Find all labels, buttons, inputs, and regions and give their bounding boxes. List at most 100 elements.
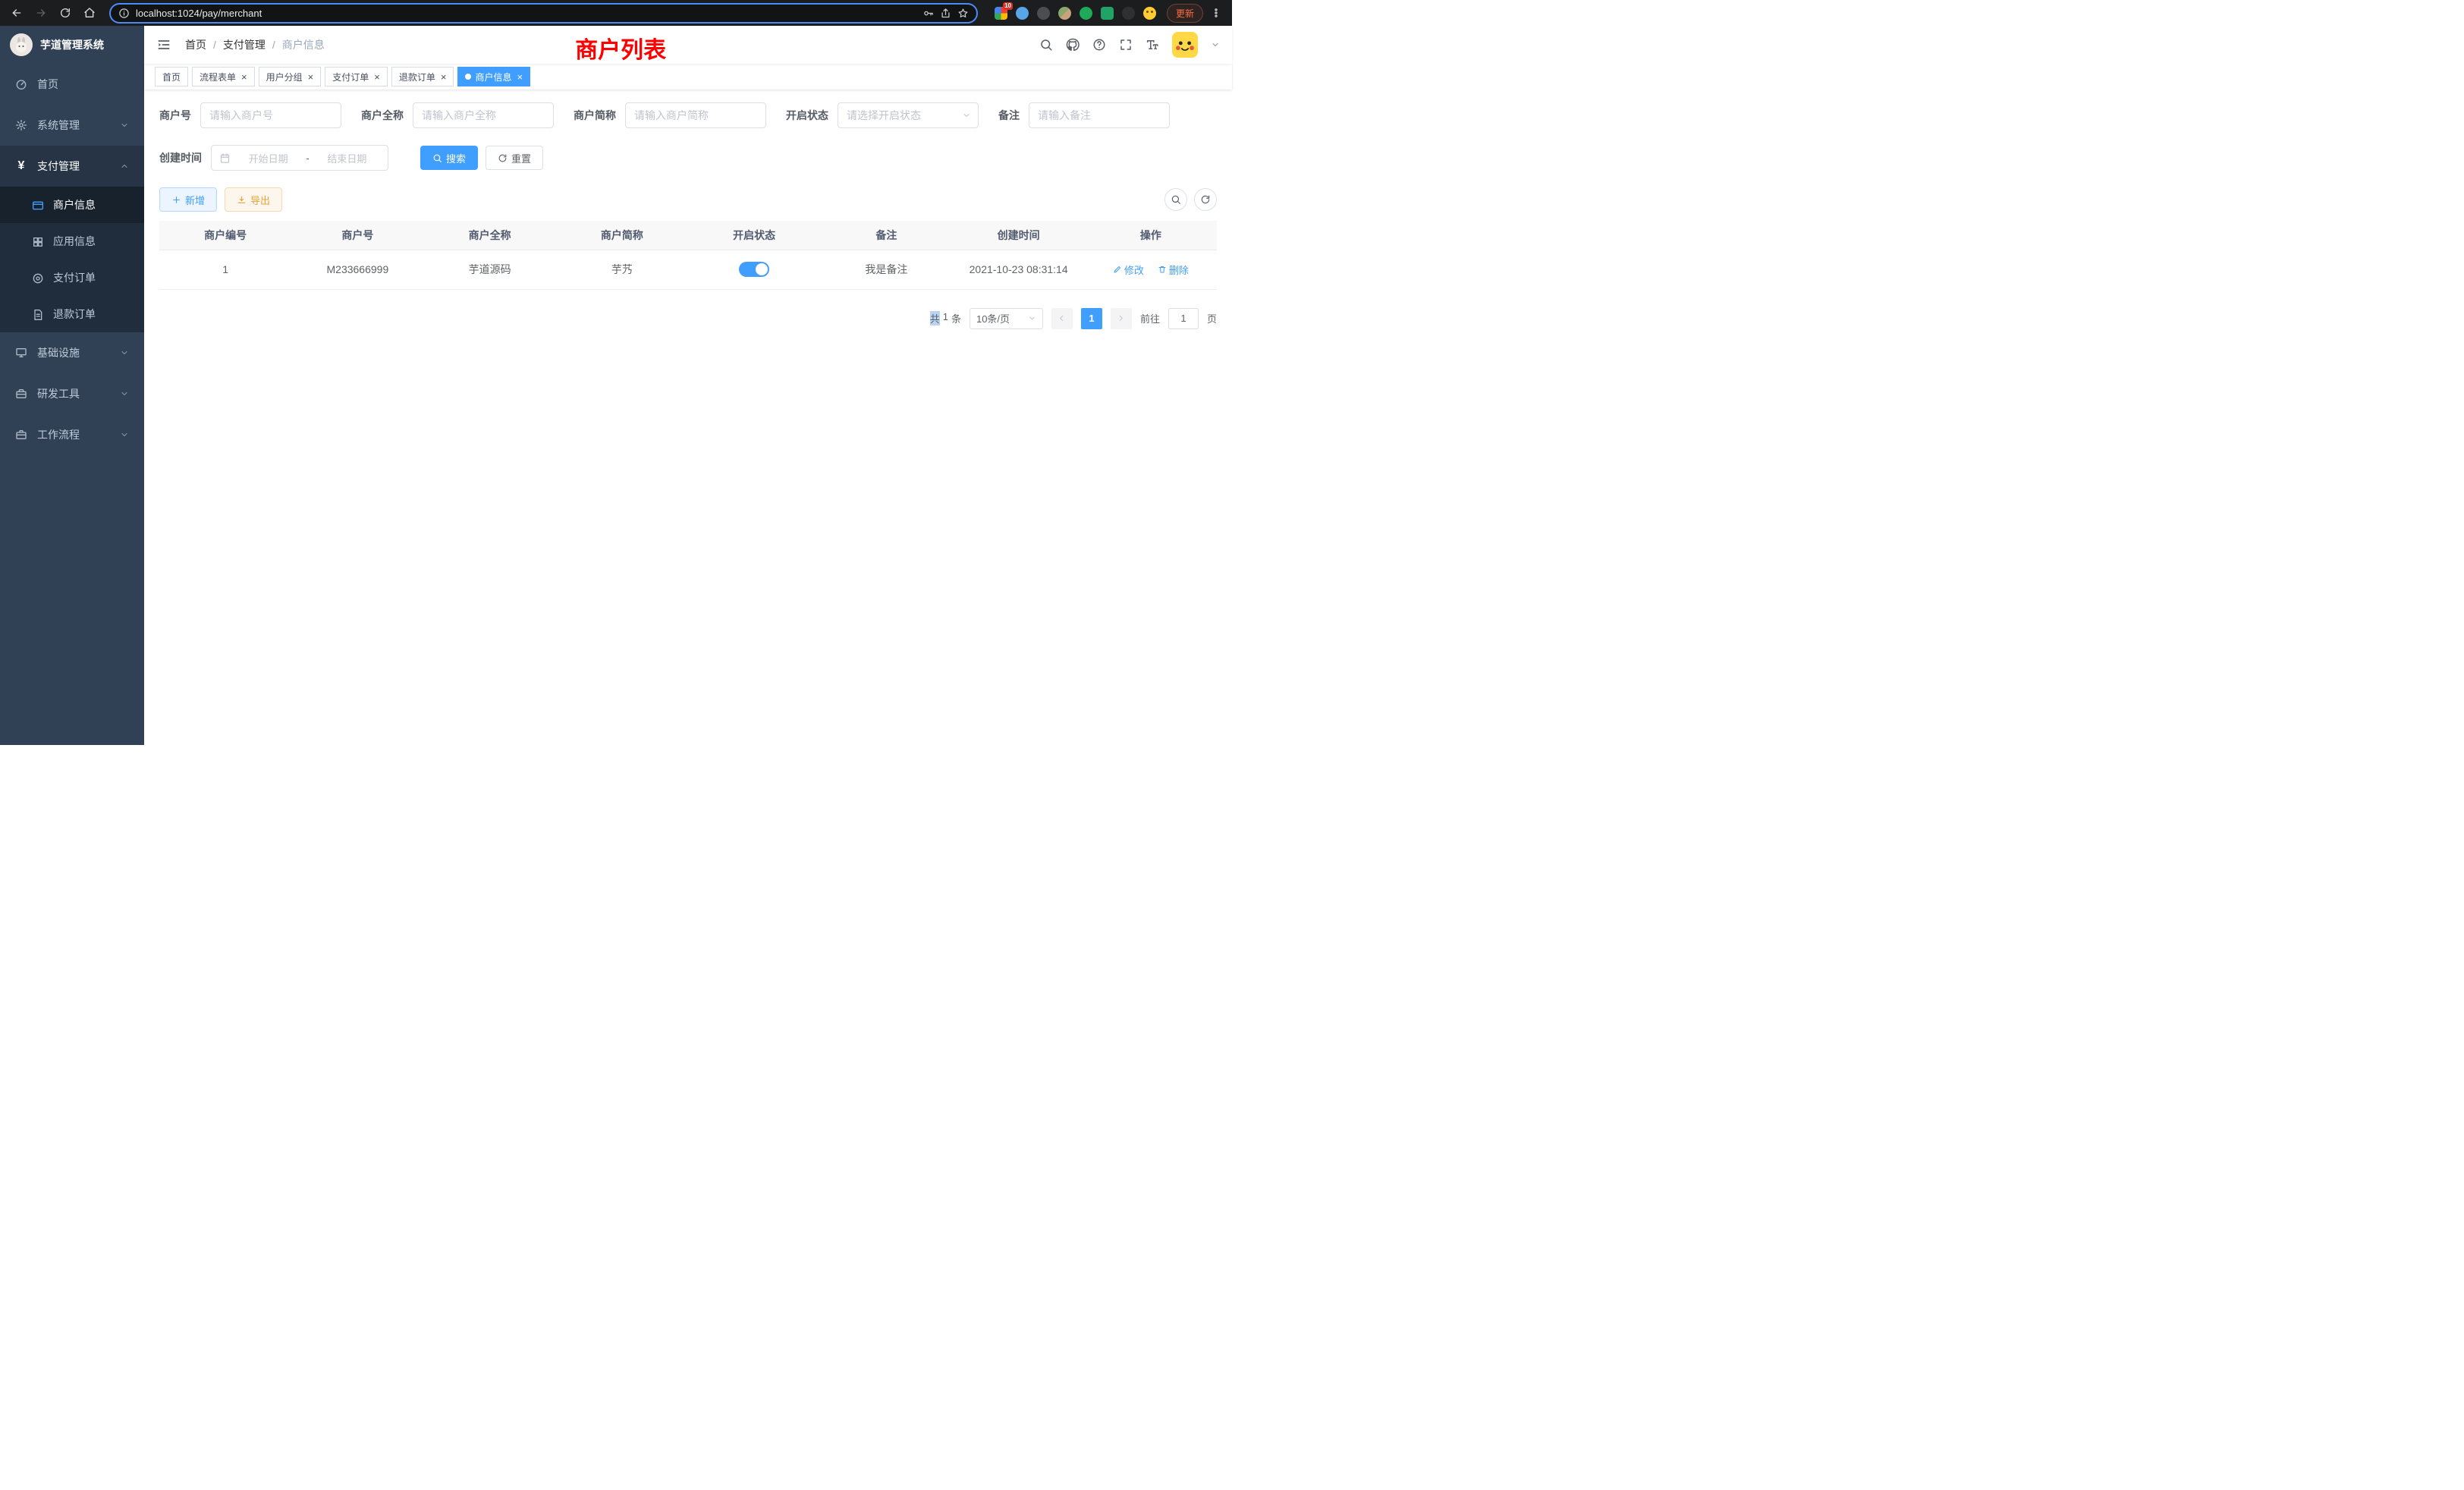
- close-icon[interactable]: ×: [374, 72, 380, 82]
- merchant-no-input[interactable]: [200, 102, 341, 128]
- breadcrumb-payment[interactable]: 支付管理: [223, 37, 266, 52]
- close-icon[interactable]: ×: [517, 72, 523, 82]
- tab-home[interactable]: 首页: [155, 67, 188, 86]
- address-bar[interactable]: localhost:1024/pay/merchant: [109, 3, 978, 24]
- fullscreen-icon[interactable]: [1119, 38, 1133, 52]
- sidebar-item-system[interactable]: 系统管理: [0, 105, 144, 146]
- tab-pay-order[interactable]: 支付订单 ×: [325, 67, 388, 86]
- date-separator: -: [306, 152, 309, 164]
- edit-link[interactable]: 修改: [1113, 262, 1144, 277]
- delete-link[interactable]: 删除: [1158, 262, 1189, 277]
- column-header: 商户编号: [159, 221, 291, 250]
- browser-refresh-button[interactable]: [55, 2, 76, 24]
- browser-menu-icon[interactable]: [1206, 8, 1226, 18]
- red-annotation-text: 商户列表: [575, 31, 666, 64]
- close-icon[interactable]: ×: [241, 72, 247, 82]
- breadcrumb-home[interactable]: 首页: [185, 37, 206, 52]
- sidebar-item-merchant-info[interactable]: 商户信息: [0, 187, 144, 223]
- extension-icon[interactable]: [1016, 7, 1029, 20]
- sidebar-item-refund-order[interactable]: 退款订单: [0, 296, 144, 332]
- column-header: 操作: [1085, 221, 1217, 250]
- status-select[interactable]: 请选择开启状态: [838, 102, 979, 128]
- breadcrumb-current: 商户信息: [282, 37, 325, 52]
- merchant-short-name-input[interactable]: [625, 102, 766, 128]
- sidebar-toggle-icon[interactable]: [156, 37, 171, 52]
- url-text: localhost:1024/pay/merchant: [136, 8, 916, 19]
- merchant-full-name-input[interactable]: [413, 102, 554, 128]
- search-icon[interactable]: [1039, 38, 1053, 52]
- profile-extension-icon[interactable]: [1058, 7, 1071, 20]
- user-avatar[interactable]: [1172, 32, 1198, 58]
- goto-label: 前往: [1140, 311, 1160, 325]
- sidebar-item-payment[interactable]: ¥ 支付管理: [0, 146, 144, 187]
- search-button[interactable]: 搜索: [420, 146, 478, 170]
- password-key-icon[interactable]: [922, 8, 934, 19]
- tab-merchant-info[interactable]: 商户信息 ×: [457, 67, 530, 86]
- extension-icon[interactable]: [1101, 7, 1114, 20]
- refresh-table-button[interactable]: [1194, 188, 1217, 211]
- breadcrumb-separator: /: [272, 39, 275, 51]
- sidebar-item-pay-order[interactable]: 支付订单: [0, 259, 144, 296]
- page-size-select[interactable]: 10条/页: [970, 308, 1043, 329]
- sidebar-item-label: 商户信息: [53, 197, 96, 212]
- toggle-search-button[interactable]: [1164, 188, 1187, 211]
- field-label: 备注: [998, 108, 1020, 123]
- navbar-tools: [1039, 32, 1220, 58]
- chevron-down-icon: [120, 389, 129, 398]
- github-icon[interactable]: [1066, 38, 1080, 52]
- tab-process-form[interactable]: 流程表单 ×: [192, 67, 255, 86]
- sidebar-item-infrastructure[interactable]: 基础设施: [0, 332, 144, 373]
- extension-icon[interactable]: 10: [995, 7, 1007, 20]
- remark-input[interactable]: [1029, 102, 1170, 128]
- prev-page-button[interactable]: [1051, 308, 1073, 329]
- font-size-icon[interactable]: [1146, 38, 1159, 52]
- filter-merchant-short-name: 商户简称: [574, 102, 766, 128]
- cell-remark: 我是备注: [820, 250, 952, 289]
- chevron-down-icon[interactable]: [1211, 40, 1220, 49]
- sidebar-item-app-info[interactable]: 应用信息: [0, 223, 144, 259]
- extension-icon[interactable]: [1080, 7, 1092, 20]
- sidebar-item-dev-tools[interactable]: 研发工具: [0, 373, 144, 414]
- cell-create-time: 2021-10-23 08:31:14: [953, 250, 1085, 289]
- tab-label: 商户信息: [475, 71, 511, 83]
- end-date-placeholder[interactable]: 结束日期: [314, 151, 380, 165]
- tab-user-group[interactable]: 用户分组 ×: [259, 67, 322, 86]
- chevron-down-icon: [962, 111, 971, 120]
- browser-back-button[interactable]: [6, 2, 27, 24]
- browser-update-button[interactable]: 更新: [1167, 4, 1203, 23]
- export-button[interactable]: 导出: [225, 187, 282, 212]
- sidebar: 芋道管理系统 首页 系统管理: [0, 26, 144, 745]
- goto-page-input[interactable]: [1168, 308, 1199, 329]
- field-label: 创建时间: [159, 150, 202, 165]
- browser-home-button[interactable]: [79, 2, 100, 24]
- start-date-placeholder[interactable]: 开始日期: [235, 151, 301, 165]
- extension-icon[interactable]: [1037, 7, 1050, 20]
- share-icon[interactable]: [940, 8, 951, 19]
- filter-row-2: 创建时间 开始日期 - 结束日期 搜索: [159, 145, 1217, 171]
- sidebar-item-home[interactable]: 首页: [0, 64, 144, 105]
- browser-forward-button[interactable]: [30, 2, 52, 24]
- screen: localhost:1024/pay/merchant 10 更新: [0, 0, 1232, 745]
- next-page-button[interactable]: [1111, 308, 1132, 329]
- site-info-icon[interactable]: [118, 8, 130, 19]
- reset-button[interactable]: 重置: [486, 146, 543, 170]
- sidebar-item-label: 首页: [37, 77, 58, 92]
- current-page-button[interactable]: 1: [1081, 308, 1102, 329]
- grid-icon: [32, 236, 43, 247]
- extensions-cluster: 10: [987, 7, 1164, 20]
- browser-profile-avatar[interactable]: [1143, 7, 1156, 20]
- status-toggle[interactable]: [739, 262, 769, 277]
- add-button[interactable]: 新增: [159, 187, 217, 212]
- extension-icon[interactable]: [1122, 7, 1135, 20]
- help-icon[interactable]: [1092, 38, 1106, 52]
- page-content: 商户号 商户全称 商户简称 开启状态 请选择开启状态: [144, 90, 1232, 745]
- tab-refund-order[interactable]: 退款订单 ×: [391, 67, 454, 86]
- bookmark-star-icon[interactable]: [957, 8, 969, 19]
- calendar-icon: [219, 152, 231, 164]
- date-range-picker[interactable]: 开始日期 - 结束日期: [211, 145, 388, 171]
- close-icon[interactable]: ×: [308, 72, 314, 82]
- app-logo[interactable]: 芋道管理系统: [0, 26, 144, 64]
- close-icon[interactable]: ×: [441, 72, 447, 82]
- sidebar-item-workflow[interactable]: 工作流程: [0, 414, 144, 455]
- tags-view-bar: 首页 流程表单 × 用户分组 × 支付订单 × 退款订单 ×: [144, 64, 1232, 90]
